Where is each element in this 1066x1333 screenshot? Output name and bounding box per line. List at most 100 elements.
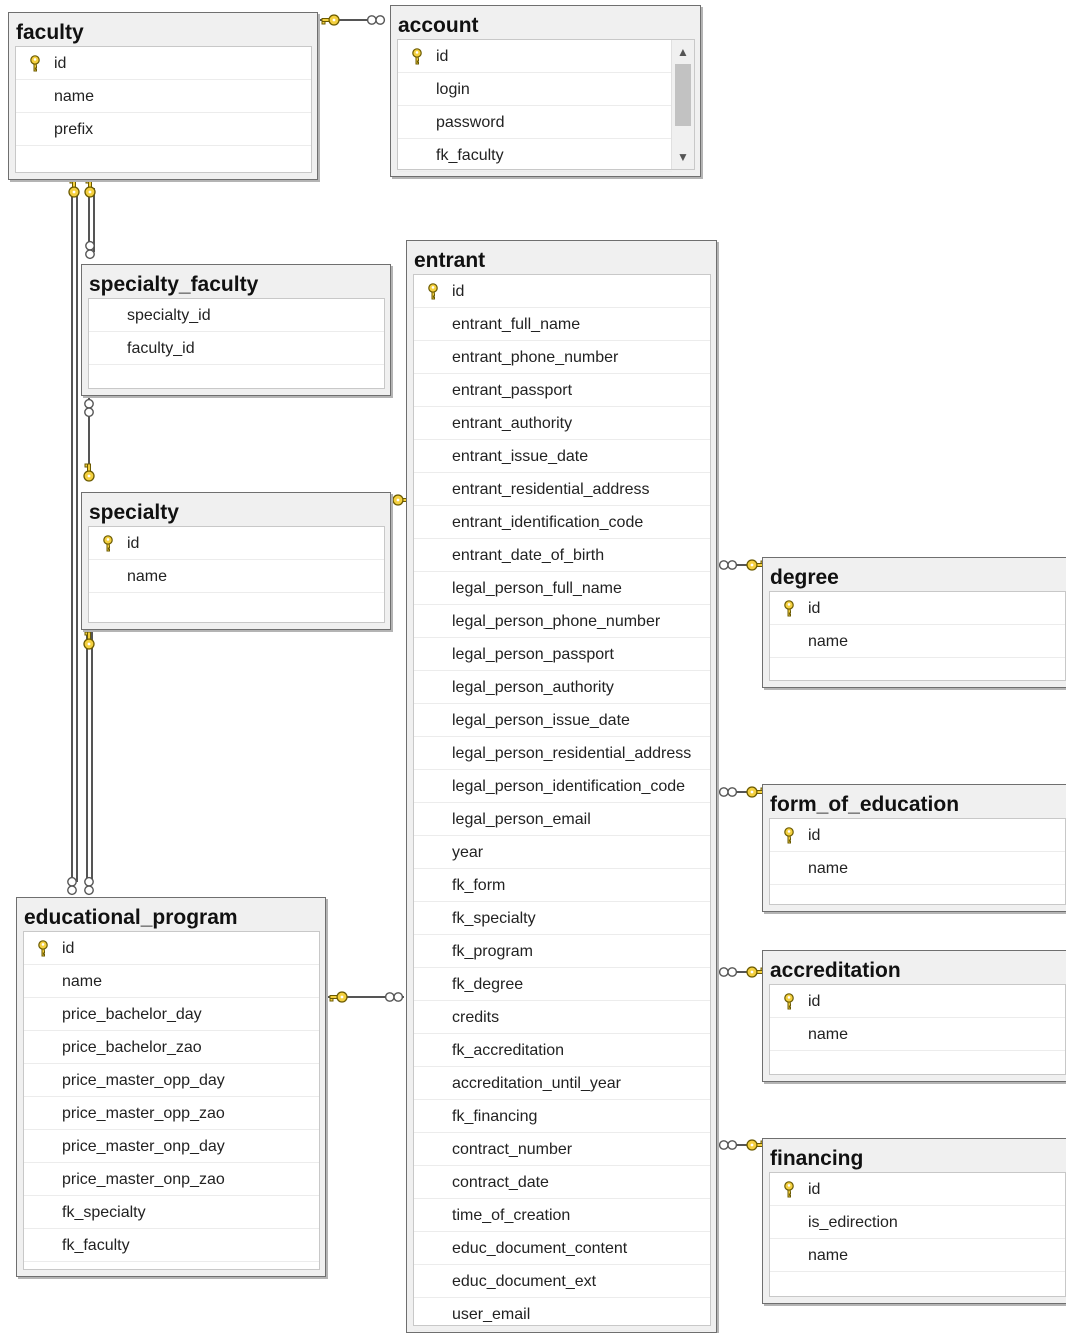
column-name: name [808,1247,849,1264]
table-entrant[interactable]: entrant id entrant_full_name entrant_phone_… [406,240,717,1333]
column-name: accreditation_until_year [452,1075,621,1092]
column-row[interactable]: fk_program [414,935,710,968]
column-name: price_master_onp_day [62,1138,225,1155]
column-row[interactable]: price_master_onp_zao [24,1163,319,1196]
column-row[interactable]: entrant_issue_date [414,440,710,473]
column-list: id name price_bachelor_day price_bachelor_z… [23,931,320,1270]
table-accreditation[interactable]: accreditation id name [762,950,1066,1082]
table-title: specialty_faculty [89,273,259,296]
column-row[interactable]: entrant_date_of_birth [414,539,710,572]
column-row[interactable]: price_master_opp_zao [24,1097,319,1130]
column-row[interactable]: year [414,836,710,869]
column-row[interactable]: name [770,625,1065,658]
column-row[interactable]: name [89,560,384,593]
column-row[interactable]: id [89,527,384,560]
column-row[interactable]: id [414,275,710,308]
column-name: fk_financing [452,1108,538,1125]
table-educational-program[interactable]: educational_program id name price_bachelor_… [16,897,326,1277]
column-row[interactable]: contract_date [414,1166,710,1199]
column-row[interactable]: fk_specialty [24,1196,319,1229]
chevron-up-icon[interactable]: ▲ [672,42,694,62]
infinity-icon [67,876,77,896]
column-row[interactable]: entrant_phone_number [414,341,710,374]
column-row[interactable]: legal_person_email [414,803,710,836]
column-name: legal_person_residential_address [452,745,692,762]
column-row[interactable]: is_edirection [770,1206,1065,1239]
column-row[interactable]: legal_person_identification_code [414,770,710,803]
column-row[interactable]: contract_number [414,1133,710,1166]
column-name: entrant_date_of_birth [452,547,605,564]
column-row[interactable]: legal_person_phone_number [414,605,710,638]
column-row[interactable]: fk_financing [414,1100,710,1133]
table-specialty-faculty[interactable]: specialty_faculty specialty_id faculty_id [81,264,391,396]
column-name: educ_document_ext [452,1273,597,1290]
column-row[interactable]: name [16,80,311,113]
scrollbar-thumb[interactable] [675,64,691,126]
table-form-of-education[interactable]: form_of_education id name [762,784,1066,912]
column-row[interactable]: user_email [414,1298,710,1331]
column-row[interactable]: educ_document_ext [414,1265,710,1298]
column-row[interactable]: password [398,106,672,139]
table-title: faculty [16,21,84,44]
column-row[interactable]: id [770,985,1065,1018]
column-row[interactable]: entrant_identification_code [414,506,710,539]
column-row[interactable]: id [398,40,672,73]
column-row[interactable]: prefix [16,113,311,146]
column-row[interactable]: entrant_authority [414,407,710,440]
column-row[interactable]: entrant_passport [414,374,710,407]
column-row[interactable]: educ_document_content [414,1232,710,1265]
table-title: financing [770,1147,864,1170]
infinity-icon [85,240,95,260]
column-row[interactable]: name [770,1018,1065,1051]
column-name: legal_person_issue_date [452,712,630,729]
chevron-down-icon[interactable]: ▼ [672,147,694,167]
scrollbar[interactable]: ▲ ▼ [671,40,694,169]
column-row[interactable]: id [770,592,1065,625]
column-row[interactable]: legal_person_passport [414,638,710,671]
relationship-key-icon [84,179,96,198]
column-row[interactable]: price_bachelor_zao [24,1031,319,1064]
column-row[interactable]: fk_degree [414,968,710,1001]
column-row[interactable]: login [398,73,672,106]
column-row[interactable]: id [24,932,319,965]
column-row[interactable]: price_master_onp_day [24,1130,319,1163]
column-row[interactable]: entrant_full_name [414,308,710,341]
column-row[interactable]: legal_person_full_name [414,572,710,605]
column-row[interactable]: fk_accreditation [414,1034,710,1067]
table-degree[interactable]: degree id name [762,557,1066,688]
column-row[interactable]: price_master_opp_day [24,1064,319,1097]
table-financing[interactable]: financing id is_edirectionname [762,1138,1066,1304]
column-row[interactable]: name [770,852,1065,885]
table-account[interactable]: account id login password fk_faculty ▲ ▼ [390,5,701,177]
infinity-icon [366,15,386,25]
table-specialty[interactable]: specialty id name [81,492,391,630]
column-row[interactable]: faculty_id [89,332,384,365]
column-row[interactable]: entrant_residential_address [414,473,710,506]
column-row[interactable]: legal_person_residential_address [414,737,710,770]
column-row[interactable]: name [770,1239,1065,1272]
column-row[interactable]: id [770,819,1065,852]
column-row[interactable]: id [770,1173,1065,1206]
column-row[interactable]: accreditation_until_year [414,1067,710,1100]
column-row[interactable]: time_of_creation [414,1199,710,1232]
key-icon [402,40,428,73]
column-name: entrant_issue_date [452,448,589,465]
column-row[interactable]: fk_faculty [24,1229,319,1262]
column-list: id name prefix [15,46,312,173]
column-row[interactable]: specialty_id [89,299,384,332]
column-row[interactable]: legal_person_authority [414,671,710,704]
column-row[interactable]: fk_form [414,869,710,902]
table-faculty[interactable]: faculty id name prefix [8,12,318,180]
column-name: id [808,993,821,1010]
column-row[interactable]: legal_person_issue_date [414,704,710,737]
column-row[interactable]: name [24,965,319,998]
column-row[interactable]: fk_specialty [414,902,710,935]
column-row[interactable]: fk_faculty [398,139,672,172]
column-row[interactable]: credits [414,1001,710,1034]
column-row[interactable]: price_bachelor_day [24,998,319,1031]
column-name: id [436,48,449,65]
column-name: legal_person_identification_code [452,778,686,795]
column-row[interactable]: id [16,47,311,80]
column-name: id [62,940,75,957]
column-name: password [436,114,505,131]
